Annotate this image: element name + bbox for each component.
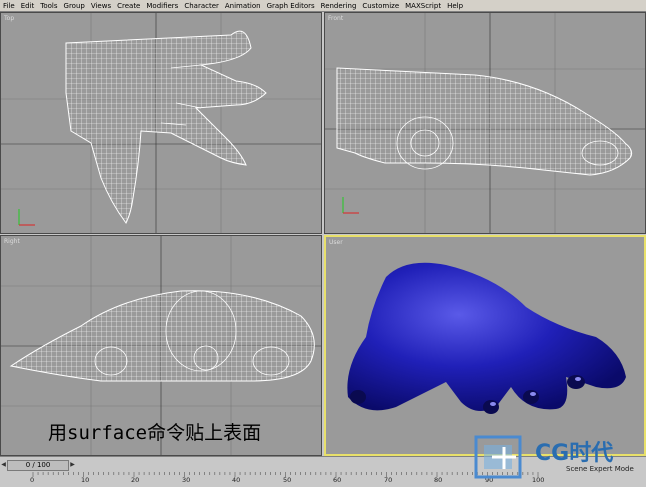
menu-help[interactable]: Help <box>444 2 466 10</box>
time-slider[interactable]: 0 / 100 <box>7 460 69 471</box>
menu-edit[interactable]: Edit <box>18 2 38 10</box>
prev-frame-icon[interactable]: ◀ <box>0 460 7 469</box>
menu-rendering[interactable]: Rendering <box>318 2 360 10</box>
top-wireframe-mesh <box>1 13 321 233</box>
caption-text: 用surface命令贴上表面 <box>48 422 262 444</box>
menu-animation[interactable]: Animation <box>222 2 264 10</box>
menu-group[interactable]: Group <box>61 2 88 10</box>
menu-graph-editors[interactable]: Graph Editors <box>264 2 318 10</box>
viewport-label-user: User <box>329 239 343 246</box>
tick-label: 60 <box>333 476 342 484</box>
menu-file[interactable]: File <box>0 2 18 10</box>
viewport-label-front: Front <box>328 15 344 22</box>
menu-character[interactable]: Character <box>181 2 222 10</box>
axis-gizmo-icon <box>342 197 359 214</box>
tick-label: 80 <box>434 476 443 484</box>
menu-modifiers[interactable]: Modifiers <box>143 2 181 10</box>
viewport-front[interactable]: Front <box>324 12 646 234</box>
menu-maxscript[interactable]: MAXScript <box>402 2 444 10</box>
viewport-label-right: Right <box>4 238 20 245</box>
next-frame-icon[interactable]: ▶ <box>69 460 76 469</box>
menu-bar: File Edit Tools Group Views Create Modif… <box>0 0 646 12</box>
axis-gizmo-icon <box>18 209 35 226</box>
viewport-label-top: Top <box>4 15 15 22</box>
tick-label: 10 <box>81 476 90 484</box>
user-shaded-model <box>347 262 626 414</box>
menu-customize[interactable]: Customize <box>359 2 402 10</box>
viewport-user[interactable]: User <box>324 235 646 456</box>
cg-logo: CG时代 Scene Expert Mode <box>472 427 644 483</box>
tick-label: 20 <box>131 476 140 484</box>
menu-views[interactable]: Views <box>88 2 114 10</box>
tick-label: 50 <box>283 476 292 484</box>
tick-label: 70 <box>384 476 393 484</box>
menu-tools[interactable]: Tools <box>37 2 60 10</box>
tick-label: 0 <box>30 476 35 484</box>
logo-subtext: Scene Expert Mode <box>566 465 634 473</box>
logo-icon <box>474 435 522 479</box>
viewport-top[interactable]: Top <box>0 12 322 234</box>
front-wireframe-mesh <box>325 13 645 233</box>
tick-label: 30 <box>182 476 191 484</box>
tick-label: 40 <box>232 476 241 484</box>
logo-text: CG时代 <box>535 441 614 466</box>
menu-create[interactable]: Create <box>114 2 143 10</box>
